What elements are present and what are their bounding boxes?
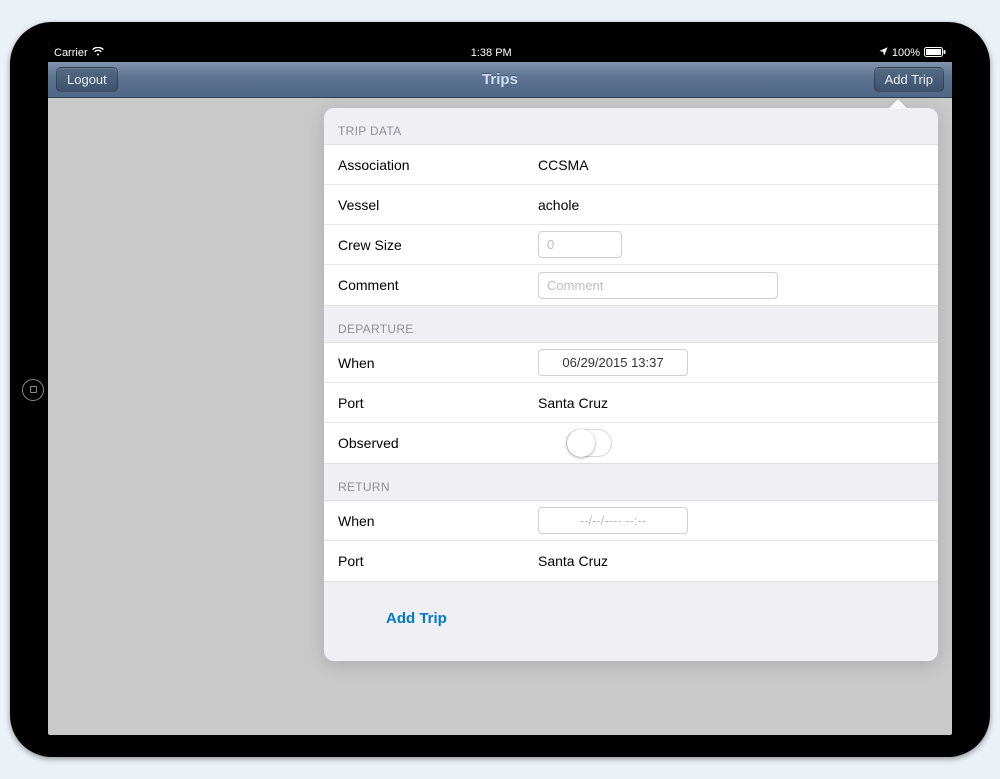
nav-bar: Logout Trips Add Trip: [48, 62, 952, 98]
ipad-device-frame: Carrier 1:38 PM 100% Logout Trips Add Tr…: [10, 22, 990, 757]
add-trip-popover: TRIP DATA Association CCSMA Vessel achol…: [324, 108, 938, 661]
vessel-value: achole: [538, 197, 579, 213]
return-when-label: When: [338, 513, 538, 529]
status-time: 1:38 PM: [104, 47, 879, 59]
section-header-return: RETURN: [324, 464, 938, 500]
row-vessel: Vessel achole: [324, 185, 938, 225]
section-header-trip-data: TRIP DATA: [324, 108, 938, 144]
departure-port-value[interactable]: Santa Cruz: [538, 395, 608, 411]
battery-icon: [924, 47, 946, 60]
row-return-port: Port Santa Cruz: [324, 541, 938, 581]
crew-size-input[interactable]: [538, 231, 622, 258]
crew-size-label: Crew Size: [338, 237, 538, 253]
add-trip-link[interactable]: Add Trip: [386, 610, 447, 627]
screen: Carrier 1:38 PM 100% Logout Trips Add Tr…: [48, 44, 952, 735]
location-icon: [879, 47, 888, 59]
observed-toggle[interactable]: [566, 429, 612, 457]
row-observed: Observed: [324, 423, 938, 463]
row-departure-port: Port Santa Cruz: [324, 383, 938, 423]
action-row: Add Trip: [324, 582, 938, 661]
return-port-label: Port: [338, 553, 538, 569]
association-value: CCSMA: [538, 157, 589, 173]
departure-when-input[interactable]: [538, 349, 688, 376]
departure-port-label: Port: [338, 395, 538, 411]
return-port-value[interactable]: Santa Cruz: [538, 553, 608, 569]
battery-percent: 100%: [892, 47, 920, 59]
association-label: Association: [338, 157, 538, 173]
row-crew-size: Crew Size: [324, 225, 938, 265]
row-return-when: When: [324, 501, 938, 541]
comment-input[interactable]: [538, 272, 778, 299]
row-comment: Comment: [324, 265, 938, 305]
observed-label: Observed: [338, 435, 538, 451]
return-when-input[interactable]: [538, 507, 688, 534]
nav-title: Trips: [48, 71, 952, 88]
popover-arrow: [888, 99, 908, 109]
status-bar: Carrier 1:38 PM 100%: [48, 44, 952, 62]
row-departure-when: When: [324, 343, 938, 383]
row-association: Association CCSMA: [324, 145, 938, 185]
wifi-icon: [92, 47, 104, 59]
vessel-label: Vessel: [338, 197, 538, 213]
home-button[interactable]: [22, 379, 44, 401]
departure-when-label: When: [338, 355, 538, 371]
comment-label: Comment: [338, 277, 538, 293]
carrier-label: Carrier: [54, 47, 88, 59]
section-header-departure: DEPARTURE: [324, 306, 938, 342]
